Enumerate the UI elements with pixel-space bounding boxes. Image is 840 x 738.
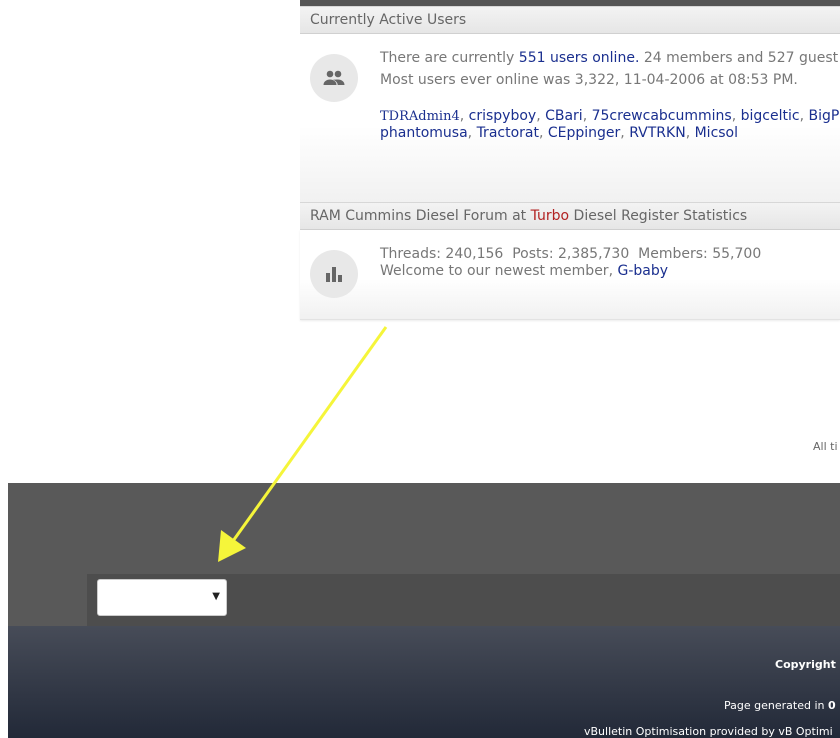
annotation-arrow-icon <box>218 326 388 562</box>
